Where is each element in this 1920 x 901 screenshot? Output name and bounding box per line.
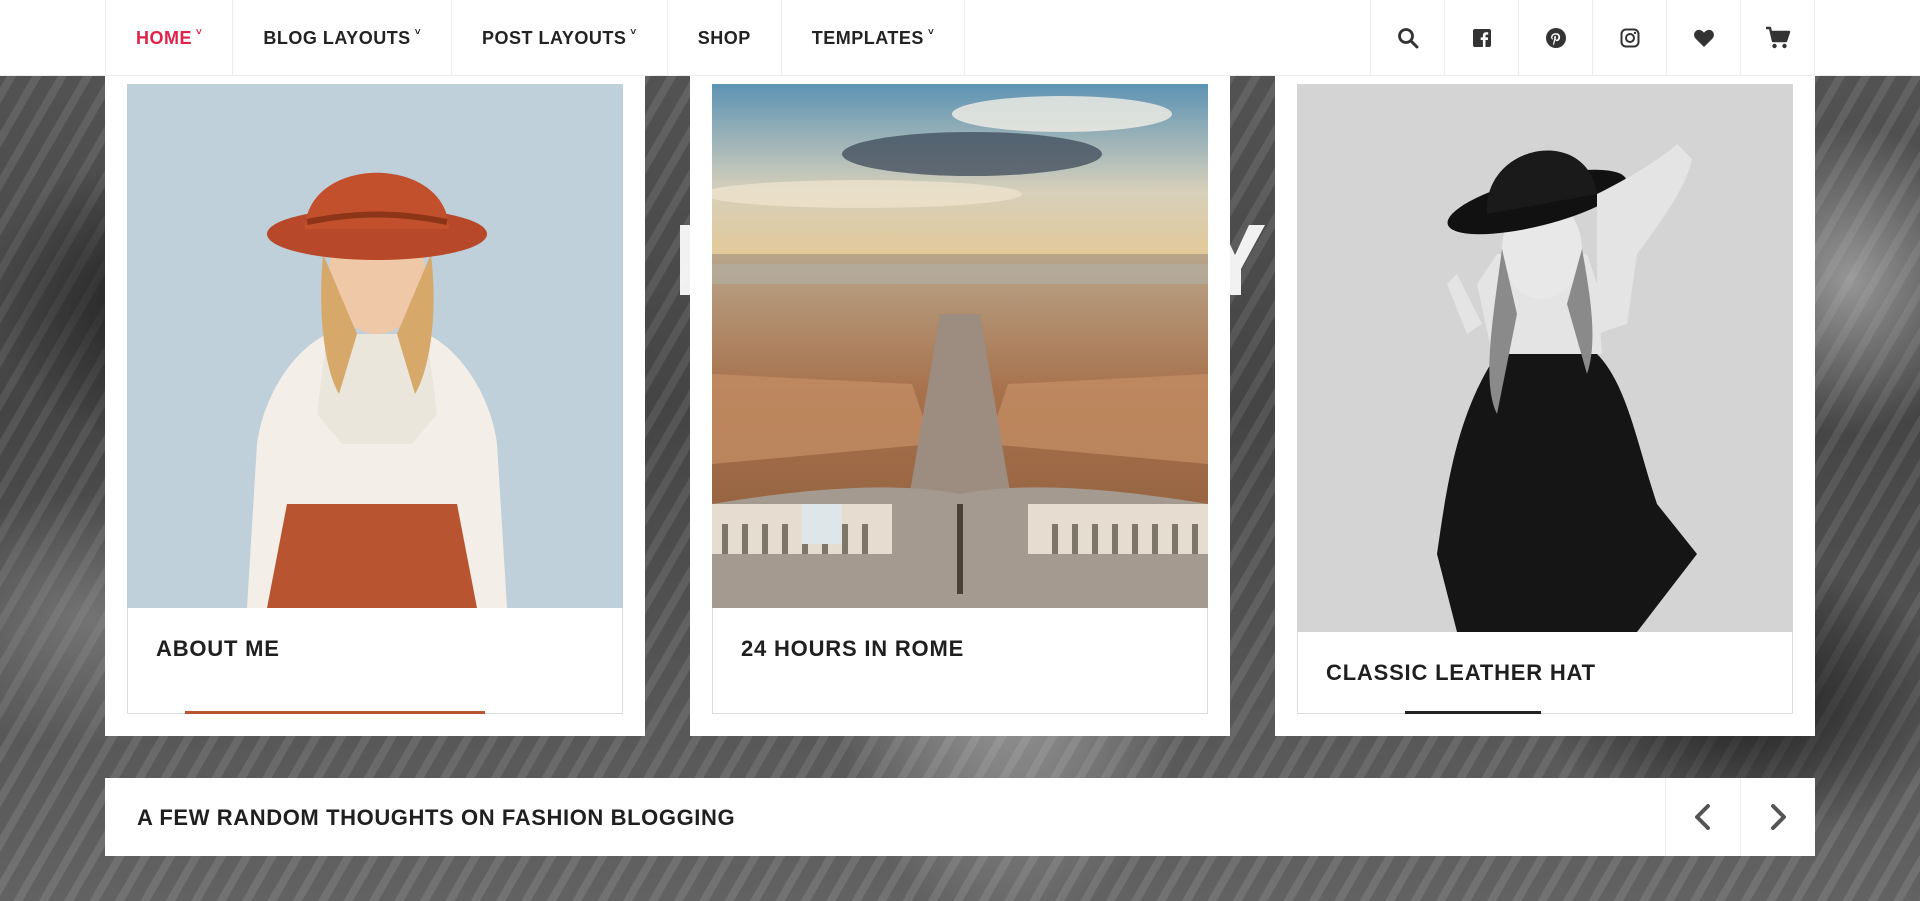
ticker-prev-button[interactable]: [1665, 778, 1740, 856]
card-title[interactable]: 24 HOURS IN ROME: [741, 636, 1179, 662]
search-button[interactable]: [1371, 0, 1445, 76]
nav-item-label: POST LAYOUTS: [482, 27, 627, 48]
card-image[interactable]: [1297, 84, 1793, 632]
nav-item-label: BLOG LAYOUTS: [263, 27, 411, 48]
nav-item-label: TEMPLATES: [811, 27, 924, 48]
card-title[interactable]: ABOUT ME: [156, 636, 594, 662]
card-photo: [712, 84, 1208, 608]
nav-item-home[interactable]: HOME ˅: [106, 0, 234, 76]
nav-item-shop[interactable]: SHOP: [668, 0, 782, 76]
chevron-down-icon: ˅: [414, 26, 422, 38]
chevron-left-icon: [1695, 804, 1710, 830]
chevron-down-icon: ˅: [927, 26, 935, 38]
card-title[interactable]: CLASSIC LEATHER HAT: [1326, 660, 1764, 686]
ticker-headline[interactable]: A FEW RANDOM THOUGHTS ON FASHION BLOGGIN…: [137, 805, 735, 831]
card-caption[interactable]: ABOUT ME: [127, 608, 623, 714]
instagram-link[interactable]: [1593, 0, 1667, 76]
card-image[interactable]: [127, 84, 623, 608]
nav-item-label: SHOP: [697, 27, 751, 48]
heart-icon: [1693, 29, 1714, 47]
card-photo: [127, 84, 623, 608]
facebook-icon: [1472, 29, 1491, 47]
card-caption[interactable]: CLASSIC LEATHER HAT: [1297, 632, 1793, 714]
card-caption[interactable]: 24 HOURS IN ROME: [712, 608, 1208, 714]
pinterest-link[interactable]: [1519, 0, 1593, 76]
slider-card[interactable]: 24 HOURS IN ROME: [690, 76, 1230, 736]
news-ticker: A FEW RANDOM THOUGHTS ON FASHION BLOGGIN…: [105, 778, 1815, 856]
nav-item-blog-layouts[interactable]: BLOG LAYOUTS ˅: [233, 0, 453, 76]
card-photo: [1297, 84, 1793, 632]
pinterest-icon: [1545, 28, 1566, 48]
caption-accent: [185, 711, 485, 714]
instagram-icon: [1620, 28, 1639, 48]
nav-icon-bar: [1370, 0, 1815, 76]
cart-icon: [1765, 26, 1790, 49]
card-image[interactable]: [712, 84, 1208, 608]
chevron-down-icon: ˅: [630, 26, 637, 38]
search-icon: [1397, 28, 1418, 49]
chevron-right-icon: [1771, 804, 1786, 830]
wishlist-button[interactable]: [1667, 0, 1741, 76]
main-menu: HOME ˅ BLOG LAYOUTS ˅ POST LAYOUTS ˅ SHO…: [105, 0, 966, 76]
slider-card[interactable]: CLASSIC LEATHER HAT: [1275, 76, 1815, 736]
top-navbar: HOME ˅ BLOG LAYOUTS ˅ POST LAYOUTS ˅ SHO…: [0, 0, 1920, 76]
nav-item-label: HOME: [136, 27, 192, 48]
cart-button[interactable]: [1741, 0, 1815, 76]
facebook-link[interactable]: [1445, 0, 1519, 76]
slider-card[interactable]: ABOUT ME: [105, 76, 645, 736]
nav-item-templates[interactable]: TEMPLATES ˅: [782, 0, 966, 76]
nav-item-post-layouts[interactable]: POST LAYOUTS ˅: [452, 0, 668, 76]
caption-accent: [1405, 711, 1541, 714]
ticker-controls: [1665, 778, 1815, 856]
chevron-down-icon: ˅: [196, 26, 203, 38]
ticker-next-button[interactable]: [1740, 778, 1815, 856]
